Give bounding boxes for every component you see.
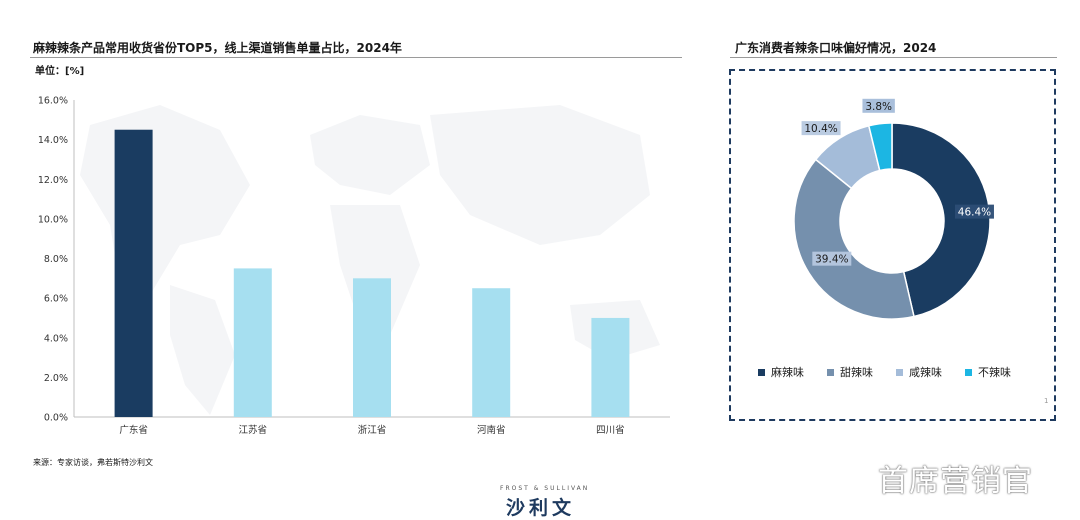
legend-label: 麻辣味 [771,366,804,379]
y-tick-label: 8.0% [44,254,68,265]
slice-label: 3.8% [865,101,892,113]
bar-chart: 0.0% 2.0% 4.0% 6.0% 8.0% 10.0% 12.0% 14.0% 16.0%… [38,96,670,436]
x-tick-label: 江苏省 [239,424,268,436]
x-tick-label: 浙江省 [358,424,387,436]
y-tick-label: 10.0% [38,214,68,225]
y-tick-label: 6.0% [44,294,68,305]
bar [591,317,630,417]
y-tick-label: 2.0% [44,373,68,384]
brand-tagline: FROST & SULLIVAN [500,485,590,492]
slice-label: 39.4% [815,254,848,266]
source-note: 来源：专家访谈，弗若斯特沙利文 [33,458,153,467]
slice-label: 10.4% [804,123,837,135]
bar [114,129,153,417]
slice-label: 46.4% [958,207,991,219]
bar-chart-title: 麻辣辣条产品常用收货省份TOP5，线上渠道销售单量占比，2024年 [33,41,402,55]
legend-swatch [758,368,765,376]
watermark: 首席营销官 [878,464,1033,499]
donut-legend: 麻辣味 甜辣味 咸辣味 不辣味 [758,364,1048,380]
bar [472,288,511,417]
y-tick-label: 16.0% [38,96,68,107]
unit-label: 单位：[%] [35,66,85,77]
x-tick-label: 河南省 [477,424,506,436]
legend-swatch [965,368,972,376]
legend-item: 咸辣味 [896,364,942,380]
x-tick-label: 广东省 [119,424,148,436]
legend-label: 不辣味 [978,366,1011,379]
donut-title-rule [730,57,1057,58]
donut-chart: 46.4% 39.4% 10.4% 3.8% [793,98,994,320]
legend-item: 麻辣味 [758,364,804,380]
bar-title-rule [30,57,682,58]
bar [233,268,272,417]
legend-label: 甜辣味 [840,366,873,379]
page-number: 1 [1044,397,1049,405]
legend-item: 甜辣味 [827,364,873,380]
y-tick-label: 4.0% [44,333,68,344]
brand-logo: 沙利文 [506,497,576,519]
legend-swatch [896,368,903,376]
y-tick-label: 0.0% [44,413,68,424]
y-tick-label: 12.0% [38,175,68,186]
bar [353,278,391,417]
y-tick-label: 14.0% [38,135,68,146]
x-tick-label: 四川省 [596,424,625,436]
donut-chart-title: 广东消费者辣条口味偏好情况，2024 [735,41,937,55]
legend-label: 咸辣味 [909,366,942,379]
legend-swatch [827,368,834,376]
legend-item: 不辣味 [965,364,1011,380]
